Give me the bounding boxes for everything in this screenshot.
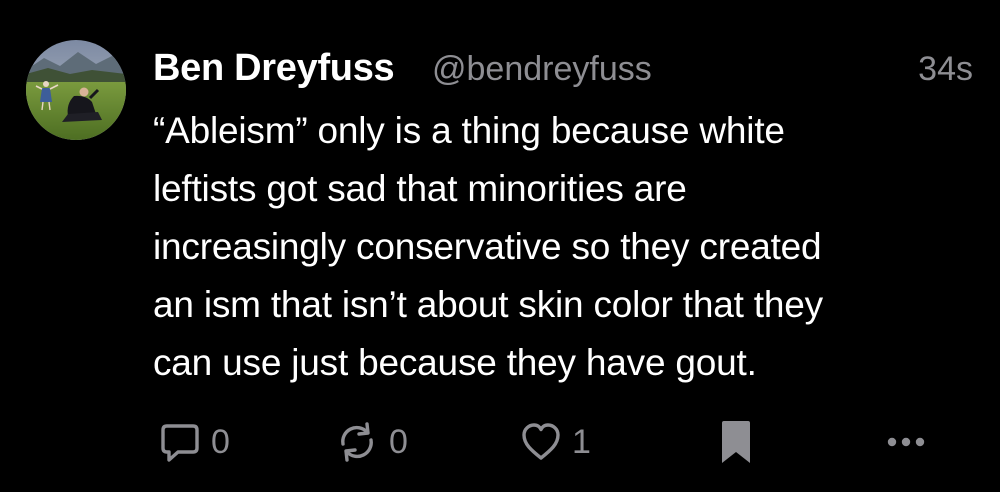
repost-count: 0 (389, 423, 408, 461)
post: Ben Dreyfuss @bendreyfuss 34s “Ableism” … (0, 0, 1000, 492)
like-count: 1 (572, 423, 591, 461)
post-text-line: leftists got sad that minorities are (153, 168, 687, 209)
repost-icon (341, 422, 373, 462)
like-button[interactable]: 1 (519, 412, 591, 472)
post-text-line: an ism that isn’t about skin color that … (153, 284, 823, 325)
author-display-name[interactable]: Ben Dreyfuss (153, 46, 395, 90)
post-timestamp[interactable]: 34s (918, 47, 973, 91)
heart-icon (522, 423, 560, 460)
reply-bubble-icon (161, 424, 199, 462)
bookmark-icon (722, 421, 750, 463)
bookmark-button[interactable] (718, 412, 754, 472)
post-header: Ben Dreyfuss @bendreyfuss 34s (153, 46, 973, 92)
reply-count: 0 (211, 423, 230, 461)
repost-button[interactable]: 0 (334, 412, 408, 472)
post-text: “Ableism” only is a thing because white … (153, 102, 993, 392)
reply-button[interactable]: 0 (158, 412, 230, 472)
post-text-line: increasingly conservative so they create… (153, 226, 822, 267)
author-handle[interactable]: @bendreyfuss (432, 47, 652, 91)
post-actions: 0 0 1 (0, 412, 1000, 472)
more-ellipsis-icon (887, 437, 925, 447)
avatar[interactable] (26, 40, 126, 140)
more-options-button[interactable] (880, 412, 932, 472)
avatar-image (26, 40, 126, 140)
post-text-line: can use just because they have gout. (153, 342, 757, 383)
post-text-line: “Ableism” only is a thing because white (153, 110, 785, 151)
